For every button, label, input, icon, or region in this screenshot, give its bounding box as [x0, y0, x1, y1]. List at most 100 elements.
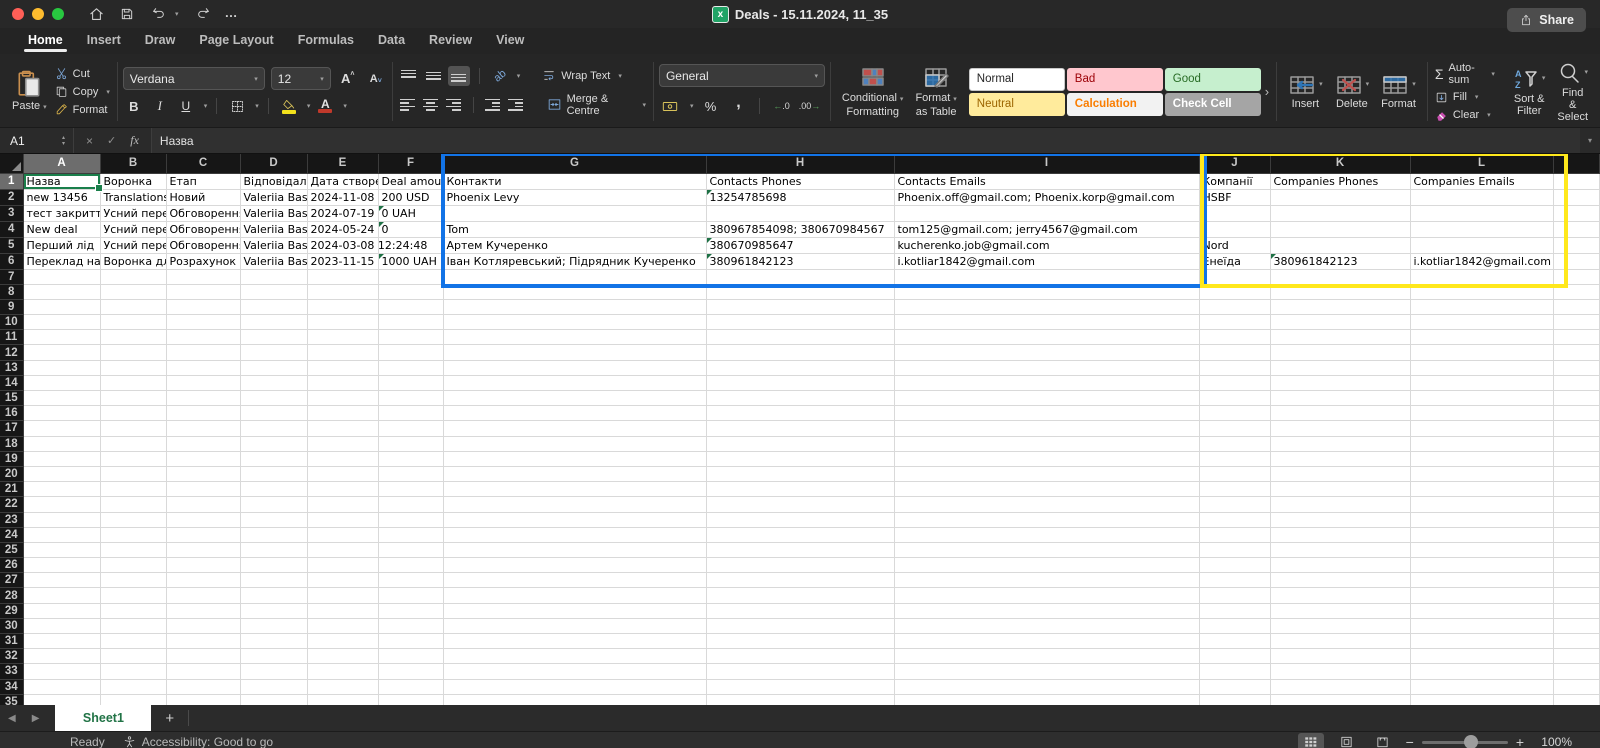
cell-B8[interactable] [100, 284, 166, 299]
cell-K33[interactable] [1270, 664, 1410, 679]
style-chip-normal[interactable]: Normal [969, 68, 1065, 91]
decrease-decimal-button[interactable]: .00→ [798, 96, 820, 116]
row-header-23[interactable]: 23 [0, 512, 23, 527]
cell-J2[interactable]: HSBF [1199, 189, 1270, 205]
cell-C28[interactable] [166, 588, 240, 603]
cell-C20[interactable] [166, 466, 240, 481]
fill-handle[interactable] [95, 184, 103, 192]
cell-I6[interactable]: i.kotliar1842@gmail.com [894, 253, 1199, 269]
cell-H11[interactable] [706, 330, 894, 345]
cell-I26[interactable] [894, 558, 1199, 573]
cell-K27[interactable] [1270, 573, 1410, 588]
cell-A11[interactable] [23, 330, 100, 345]
confirm-entry-icon[interactable]: ✓ [107, 134, 116, 147]
row-header-15[interactable]: 15 [0, 391, 23, 406]
cell-K11[interactable] [1270, 330, 1410, 345]
cell-H16[interactable] [706, 406, 894, 421]
cell-I17[interactable] [894, 421, 1199, 436]
cell-D3[interactable]: Valeriia Bash [240, 205, 307, 221]
row-header-31[interactable]: 31 [0, 634, 23, 649]
cell-K21[interactable] [1270, 482, 1410, 497]
cell-L27[interactable] [1410, 573, 1553, 588]
cell-H2[interactable]: 13254785698 [706, 189, 894, 205]
cell-I21[interactable] [894, 482, 1199, 497]
cell-G23[interactable] [443, 512, 706, 527]
cell-D10[interactable] [240, 315, 307, 330]
redo-icon[interactable] [195, 6, 211, 22]
more-commands-icon[interactable]: … [225, 5, 239, 20]
cell-L20[interactable] [1410, 466, 1553, 481]
cell-D22[interactable] [240, 497, 307, 512]
normal-view-button[interactable] [1298, 733, 1324, 748]
cell-D4[interactable]: Valeriia Bash [240, 221, 307, 237]
cell-G2[interactable]: Phoenix Levy [443, 189, 706, 205]
cell-C7[interactable] [166, 269, 240, 284]
cell-B17[interactable] [100, 421, 166, 436]
cell-H35[interactable] [706, 694, 894, 705]
cell-D5[interactable]: Valeriia Bash [240, 237, 307, 253]
cell-I2[interactable]: Phoenix.off@gmail.com; Phoenix.korp@gmai… [894, 189, 1199, 205]
cell-C4[interactable]: Обговорення [166, 221, 240, 237]
cell-F1[interactable]: Deal amount [378, 173, 443, 189]
autosum-button[interactable]: ΣAuto-sum▾ [1433, 61, 1497, 87]
cell-m26[interactable] [1553, 558, 1599, 573]
cell-L8[interactable] [1410, 284, 1553, 299]
cell-B9[interactable] [100, 299, 166, 314]
cell-H15[interactable] [706, 391, 894, 406]
cell-A25[interactable] [23, 542, 100, 557]
cell-L25[interactable] [1410, 542, 1553, 557]
cell-H14[interactable] [706, 375, 894, 390]
cell-F7[interactable] [378, 269, 443, 284]
cell-L3[interactable] [1410, 205, 1553, 221]
cell-L35[interactable] [1410, 694, 1553, 705]
cell-C29[interactable] [166, 603, 240, 618]
increase-font-size-button[interactable]: A˄ [337, 69, 359, 89]
cell-A31[interactable] [23, 634, 100, 649]
cell-E24[interactable] [307, 527, 378, 542]
cell-F6[interactable]: 1000 UAH [378, 253, 443, 269]
cell-F22[interactable] [378, 497, 443, 512]
cell-I12[interactable] [894, 345, 1199, 360]
cell-J6[interactable]: Енеїда [1199, 253, 1270, 269]
tab-data[interactable]: Data [366, 29, 417, 54]
cell-E20[interactable] [307, 466, 378, 481]
font-color-button[interactable]: A [314, 96, 336, 116]
cell-B1[interactable]: Воронка [100, 173, 166, 189]
cell-K32[interactable] [1270, 649, 1410, 664]
cell-C14[interactable] [166, 375, 240, 390]
cell-I8[interactable] [894, 284, 1199, 299]
cell-A18[interactable] [23, 436, 100, 451]
cell-G31[interactable] [443, 634, 706, 649]
fill-button[interactable]: Fill▾ [1433, 90, 1497, 105]
cell-H13[interactable] [706, 360, 894, 375]
cell-I30[interactable] [894, 618, 1199, 633]
cell-D18[interactable] [240, 436, 307, 451]
cell-J22[interactable] [1199, 497, 1270, 512]
cell-B5[interactable]: Усний переклад [100, 237, 166, 253]
cell-F17[interactable] [378, 421, 443, 436]
cell-K24[interactable] [1270, 527, 1410, 542]
cell-E17[interactable] [307, 421, 378, 436]
cell-F15[interactable] [378, 391, 443, 406]
cell-A23[interactable] [23, 512, 100, 527]
cell-D16[interactable] [240, 406, 307, 421]
cell-I1[interactable]: Contacts Emails [894, 173, 1199, 189]
cell-D33[interactable] [240, 664, 307, 679]
cell-I5[interactable]: kucherenko.job@gmail.com [894, 237, 1199, 253]
cell-A29[interactable] [23, 603, 100, 618]
cell-I24[interactable] [894, 527, 1199, 542]
fill-color-button[interactable] [278, 96, 300, 116]
cell-C17[interactable] [166, 421, 240, 436]
cell-B28[interactable] [100, 588, 166, 603]
zoom-out-button[interactable]: − [1406, 734, 1414, 748]
align-right-button[interactable] [444, 95, 464, 115]
cell-B30[interactable] [100, 618, 166, 633]
row-header-5[interactable]: 5 [0, 237, 23, 253]
row-header-2[interactable]: 2 [0, 189, 23, 205]
cell-G33[interactable] [443, 664, 706, 679]
cell-G19[interactable] [443, 451, 706, 466]
cell-L21[interactable] [1410, 482, 1553, 497]
col-header-E[interactable]: E [307, 154, 378, 173]
style-chip-calculation[interactable]: Calculation [1067, 93, 1163, 116]
row-header-12[interactable]: 12 [0, 345, 23, 360]
